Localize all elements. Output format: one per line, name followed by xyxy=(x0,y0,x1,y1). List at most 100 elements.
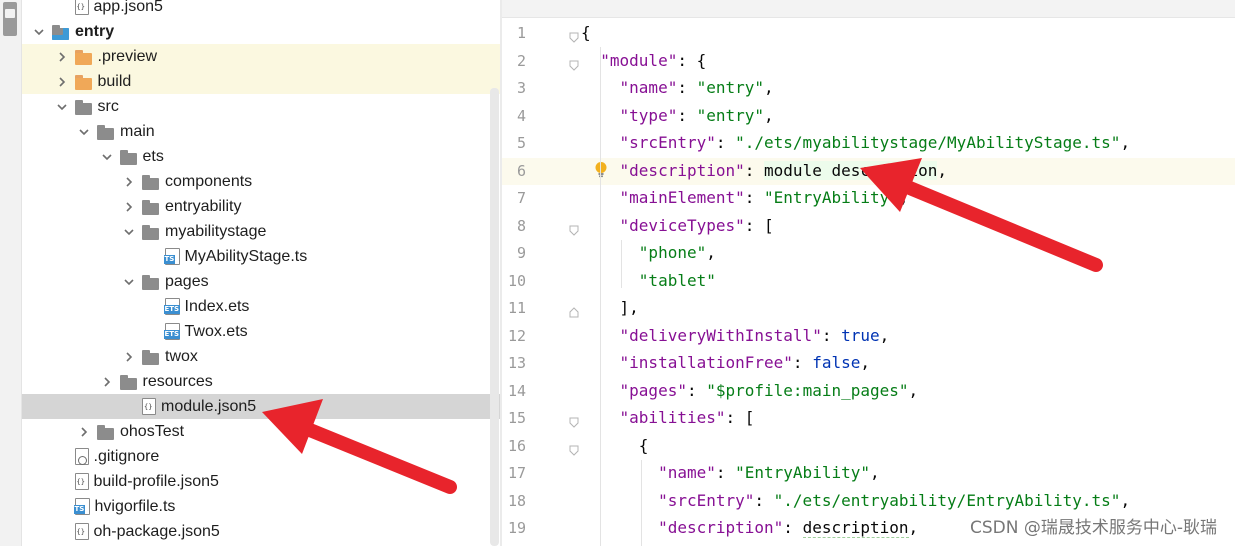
chevron-down-icon[interactable] xyxy=(122,225,136,239)
code-token: "srcEntry" xyxy=(619,133,716,152)
code-line[interactable]: 12 "deliveryWithInstall": true, xyxy=(502,323,1235,351)
chevron-down-icon[interactable] xyxy=(55,100,69,114)
tree-item[interactable]: ETS Index.ets xyxy=(22,294,500,319)
tree-item[interactable]: pages xyxy=(22,269,500,294)
code-text[interactable]: "tablet" xyxy=(581,271,716,290)
code-text[interactable]: "srcEntry": "./ets/myabilitystage/MyAbil… xyxy=(581,133,1131,152)
code-line[interactable]: 1{ xyxy=(502,20,1235,48)
line-number: 8 xyxy=(516,216,526,235)
code-token: : xyxy=(677,78,697,97)
tree-item[interactable]: ets xyxy=(22,144,500,169)
code-token: , xyxy=(898,188,909,207)
code-text[interactable]: "srcEntry": "./ets/entryability/EntryAbi… xyxy=(581,491,1130,510)
code-line[interactable]: 16 { xyxy=(502,433,1235,461)
code-line[interactable]: 6 "description": module description, xyxy=(502,157,1235,185)
code-line[interactable]: 8 "deviceTypes": [ xyxy=(502,213,1235,241)
chevron-down-icon[interactable] xyxy=(77,125,91,139)
code-token: "EntryAbility" xyxy=(764,188,899,207)
tree-item[interactable]: src xyxy=(22,94,500,119)
chevron-right-icon[interactable] xyxy=(55,50,69,64)
tree-item[interactable]: myabilitystage xyxy=(22,219,500,244)
tree-item[interactable]: TS hvigorfile.ts xyxy=(22,494,500,519)
tree-item[interactable]: TS MyAbilityStage.ts xyxy=(22,244,500,269)
tree-item[interactable]: twox xyxy=(22,344,500,369)
code-line[interactable]: 9 "phone", xyxy=(502,240,1235,268)
code-text[interactable]: "phone", xyxy=(581,243,716,262)
chevron-down-icon[interactable] xyxy=(122,275,136,289)
code-line[interactable]: 7 "mainElement": "EntryAbility", xyxy=(502,185,1235,213)
code-text[interactable]: "name": "EntryAbility", xyxy=(581,463,880,482)
chevron-right-icon[interactable] xyxy=(100,375,114,389)
chevron-right-icon[interactable] xyxy=(55,75,69,89)
tree-item[interactable]: ohosTest xyxy=(22,419,500,444)
indent-guide xyxy=(641,460,642,546)
fold-marker-icon[interactable] xyxy=(569,28,579,43)
fold-marker-icon[interactable] xyxy=(569,221,579,236)
tree-item-label: build xyxy=(97,72,132,90)
fold-marker-icon[interactable] xyxy=(569,441,579,456)
code-editor[interactable]: 1{2 "module": {3 "name": "entry", 4 "type… xyxy=(502,0,1235,546)
project-tree[interactable]: {} app.json5 entry .preview build src main ets c… xyxy=(22,0,500,546)
tree-scrollbar[interactable] xyxy=(490,88,499,546)
code-line[interactable]: 3 "name": "entry", xyxy=(502,75,1235,103)
fold-marker-icon[interactable] xyxy=(569,303,579,318)
tree-item[interactable]: main xyxy=(22,119,500,144)
tree-item[interactable]: resources xyxy=(22,369,500,394)
tree-item-label: build-profile.json5 xyxy=(93,472,219,490)
line-number: 17 xyxy=(507,464,526,482)
code-line[interactable]: 4 "type": "entry", xyxy=(502,103,1235,131)
chevron-down-icon[interactable] xyxy=(32,25,46,39)
tree-item[interactable]: entry xyxy=(22,19,500,44)
code-text[interactable]: "installationFree": false, xyxy=(581,353,870,372)
code-line[interactable]: 15 "abilities": [ xyxy=(502,405,1235,433)
code-line[interactable]: 11 ], xyxy=(502,295,1235,323)
chevron-right-icon[interactable] xyxy=(122,200,136,214)
project-icon xyxy=(5,9,15,18)
code-text[interactable]: "type": "entry", xyxy=(581,106,774,125)
chevron-down-icon[interactable] xyxy=(100,150,114,164)
code-text[interactable]: "description": description, xyxy=(581,518,918,538)
tree-item[interactable]: {} oh-package.json5 xyxy=(22,519,500,544)
fold-marker-icon[interactable] xyxy=(569,413,579,428)
code-line[interactable]: 14 "pages": "$profile:main_pages", xyxy=(502,378,1235,406)
tree-item[interactable]: {} build-profile.json5 xyxy=(22,469,500,494)
tree-item-label: oh-package.json5 xyxy=(93,522,220,540)
chevron-right-icon[interactable] xyxy=(122,350,136,364)
folder-icon xyxy=(142,174,160,190)
fold-marker-icon[interactable] xyxy=(569,56,579,71)
code-line[interactable]: 17 "name": "EntryAbility", xyxy=(502,460,1235,488)
code-text[interactable]: { xyxy=(581,23,591,42)
code-line[interactable]: 18 "srcEntry": "./ets/entryability/Entry… xyxy=(502,488,1235,516)
tree-item[interactable]: components xyxy=(22,169,500,194)
chevron-right-icon[interactable] xyxy=(122,175,136,189)
tree-item[interactable]: .preview xyxy=(22,44,500,69)
code-line[interactable]: 10 "tablet" xyxy=(502,268,1235,296)
code-text[interactable]: "name": "entry", xyxy=(581,78,774,97)
code-token: : [ xyxy=(725,408,755,427)
line-number: 2 xyxy=(516,51,526,70)
code-text[interactable]: ], xyxy=(581,298,639,317)
code-line[interactable]: 13 "installationFree": false, xyxy=(502,350,1235,378)
tree-item[interactable]: build xyxy=(22,69,500,94)
code-text[interactable]: "abilities": [ xyxy=(581,408,755,427)
code-text[interactable]: "deviceTypes": [ xyxy=(581,216,774,235)
code-line[interactable]: 2 "module": { xyxy=(502,48,1235,76)
code-text[interactable]: { xyxy=(581,436,649,455)
project-tool-button[interactable] xyxy=(3,2,17,36)
tree-item[interactable]: ETS Twox.ets xyxy=(22,319,500,344)
chevron-right-icon[interactable] xyxy=(77,425,91,439)
tree-item[interactable]: entryability xyxy=(22,194,500,219)
code-token: module description xyxy=(764,160,938,180)
folder-icon xyxy=(97,124,115,140)
code-text[interactable]: "mainElement": "EntryAbility", xyxy=(581,188,909,207)
code-token: "tablet" xyxy=(638,270,716,290)
code-line[interactable]: 5 "srcEntry": "./ets/myabilitystage/MyAb… xyxy=(502,130,1235,158)
tree-item[interactable]: {} app.json5 xyxy=(22,0,500,19)
code-text[interactable]: "description": module description, xyxy=(581,160,947,180)
code-text[interactable]: "pages": "$profile:main_pages", xyxy=(581,380,919,400)
tree-item[interactable]: {} module.json5 xyxy=(22,394,500,419)
tree-item[interactable]: .gitignore xyxy=(22,444,500,469)
tree-item-label: Index.ets xyxy=(184,297,250,315)
code-text[interactable]: "deliveryWithInstall": true, xyxy=(581,326,890,345)
code-token: , xyxy=(908,380,919,400)
